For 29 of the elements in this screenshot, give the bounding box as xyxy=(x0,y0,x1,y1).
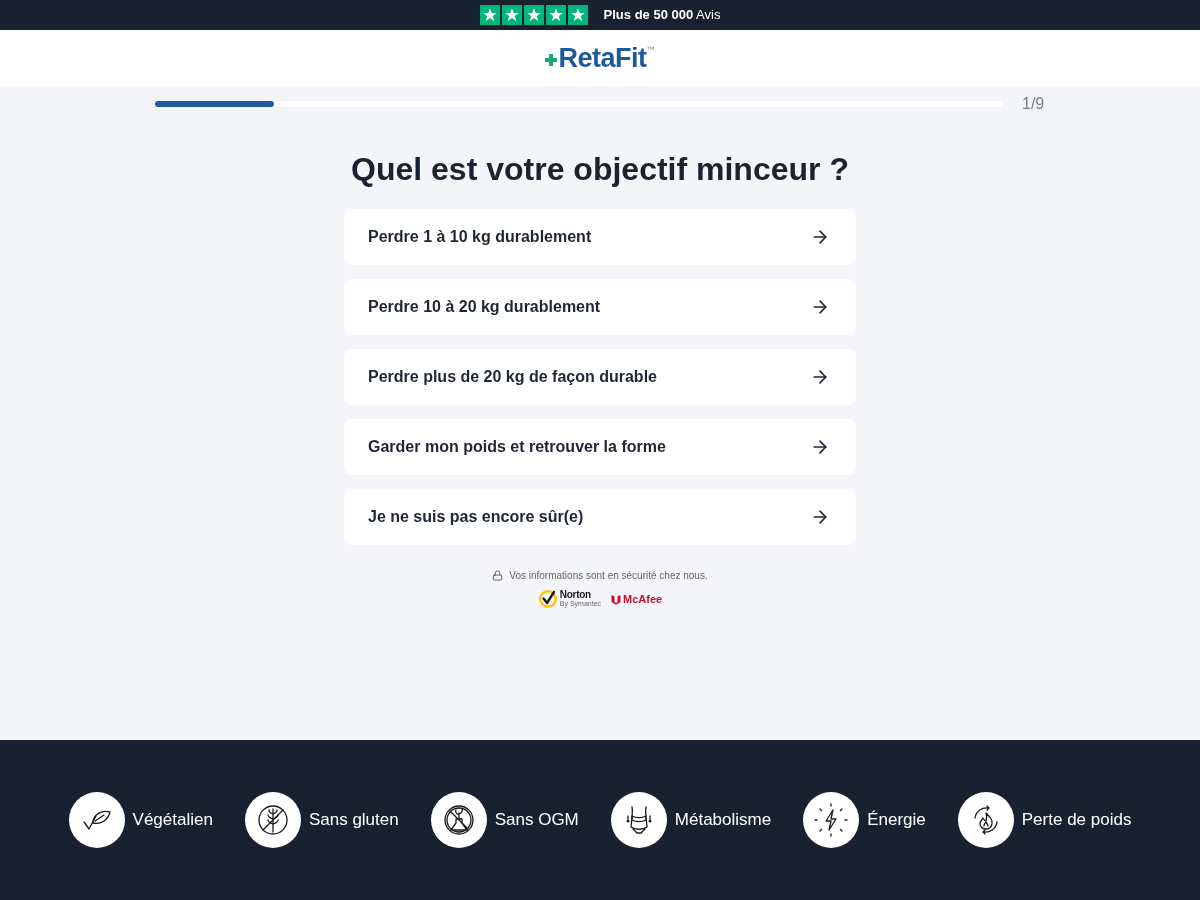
benefit-label: Métabolisme xyxy=(674,809,772,832)
progress-label: 1/9 xyxy=(1022,95,1045,113)
answer-option[interactable]: Je ne suis pas encore sûr(e) xyxy=(344,489,856,545)
logo-text: RetaFit xyxy=(558,43,647,73)
crossed-flask-icon xyxy=(430,792,487,848)
shield-icon xyxy=(611,593,622,605)
rating-text: Plus de 50 000 Avis xyxy=(603,6,721,25)
benefit-label: Perte de poids xyxy=(1021,809,1132,832)
security-text: Vos informations sont en sécurité chez nous. xyxy=(509,569,708,583)
lock-icon xyxy=(492,570,504,581)
waist-tape-icon xyxy=(610,792,667,848)
badge-name: Norton xyxy=(559,590,592,600)
benefit-label: Sans gluten xyxy=(308,809,399,832)
benefit-label: Végétalien xyxy=(132,809,213,832)
benefit-label: Énergie xyxy=(867,809,926,832)
benefit-label: Sans OGM xyxy=(494,809,579,832)
answer-option[interactable]: Perdre 1 à 10 kg durablement xyxy=(344,209,856,265)
question-title: Quel est votre objectif minceur ? xyxy=(351,150,849,189)
plus-icon xyxy=(545,54,558,66)
answer-option[interactable]: Perdre 10 à 20 kg durablement xyxy=(344,279,856,335)
flame-cycle-icon xyxy=(957,792,1014,848)
answer-option[interactable]: Garder mon poids et retrouver la forme xyxy=(344,419,856,475)
check-circle-icon xyxy=(537,589,558,609)
answer-option[interactable]: Perdre plus de 20 kg de façon durable xyxy=(344,349,856,405)
badge-name: McAfee xyxy=(623,593,663,605)
crossed-wheat-icon xyxy=(244,792,301,848)
leaf-check-icon xyxy=(68,792,125,848)
trademark: ™ xyxy=(646,46,655,54)
lightning-icon xyxy=(803,792,860,848)
